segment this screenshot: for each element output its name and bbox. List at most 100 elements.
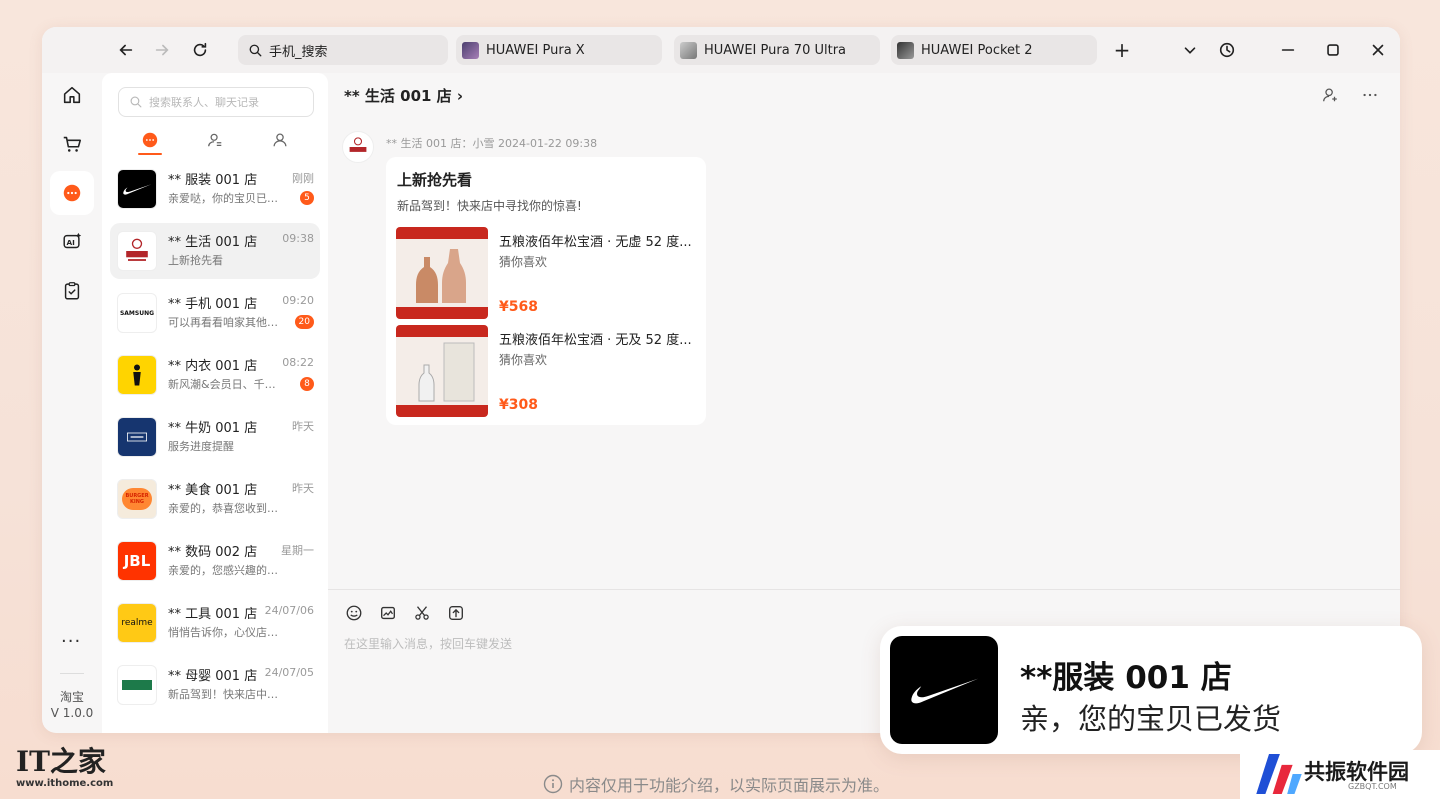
title-bar: 手机_搜索 HUAWEI Pura X HUAWEI Pura 70 Ultra… bbox=[42, 27, 1400, 73]
product-price: ¥308 bbox=[499, 397, 538, 413]
conversation-time: 昨天 bbox=[292, 420, 314, 433]
shop-avatar-realme: realme bbox=[117, 603, 157, 643]
app-version: V 1.0.0 bbox=[50, 706, 94, 720]
conversation-time: 刚刚 bbox=[292, 172, 314, 185]
ithome-logo: IT之家 bbox=[16, 745, 106, 778]
rail-messages[interactable] bbox=[50, 171, 94, 215]
tab-pura-70-ultra[interactable]: HUAWEI Pura 70 Ultra bbox=[674, 35, 880, 65]
back-button[interactable] bbox=[114, 38, 138, 62]
conversation-list: 搜索联系人、聊天记录 ** 服装 001 店 亲爱哒，你的宝贝已发货 刚刚 5 … bbox=[102, 73, 328, 733]
scissors-icon bbox=[415, 606, 429, 620]
contacts-icon bbox=[208, 133, 222, 147]
screenshot-button[interactable] bbox=[412, 603, 432, 623]
clipboard-check-icon bbox=[64, 282, 80, 300]
nike-swoosh-icon bbox=[911, 678, 979, 704]
new-tab-button[interactable]: + bbox=[1110, 38, 1134, 62]
close-button[interactable] bbox=[1366, 38, 1390, 62]
tab-list-button[interactable] bbox=[1178, 38, 1202, 62]
emoji-button[interactable] bbox=[344, 603, 364, 623]
cart-icon bbox=[63, 136, 82, 152]
rail-divider bbox=[60, 673, 84, 674]
subtab-indicator bbox=[138, 153, 162, 155]
conversation-item[interactable]: JBL ** 数码 002 店 亲爱的，您感兴趣的宝贝降价 星期一 bbox=[110, 533, 320, 589]
product-item[interactable]: 五粮液佰年松宝酒 · 无虚 52 度... 猜你喜欢 ¥568 bbox=[396, 227, 696, 319]
conversation-item[interactable]: ** 牛奶 001 店 服务进度提醒 昨天 bbox=[110, 409, 320, 465]
app-info: 淘宝 V 1.0.0 bbox=[42, 689, 102, 721]
shop-avatar-underwear bbox=[117, 355, 157, 395]
subtab-chats[interactable] bbox=[137, 129, 163, 151]
conversation-time: 09:20 bbox=[282, 294, 314, 307]
product-tag: 猜你喜欢 bbox=[499, 255, 548, 269]
arrow-right-icon bbox=[155, 44, 169, 56]
conversation-preview: 悄悄告诉你，心仪店铺上新啦 bbox=[168, 626, 286, 639]
gz-sub: GZBQT.COM bbox=[1348, 782, 1397, 791]
search-placeholder: 搜索联系人、聊天记录 bbox=[149, 96, 259, 109]
conversation-time: 星期一 bbox=[281, 544, 314, 557]
subtab-profile[interactable] bbox=[267, 129, 293, 151]
chevron-down-icon bbox=[1184, 47, 1196, 54]
tab-favicon bbox=[462, 41, 479, 59]
disclaimer-text: 内容仅用于功能介绍，以实际页面展示为准。 bbox=[569, 776, 890, 795]
conversation-item[interactable]: ** 生活 001 店 上新抢先看 09:38 bbox=[110, 223, 320, 279]
notification-toast[interactable]: **服装 001 店 亲，您的宝贝已发货 bbox=[880, 626, 1422, 754]
contact-search-input[interactable]: 搜索联系人、聊天记录 bbox=[118, 87, 314, 117]
message-input[interactable]: 在这里输入消息，按回车键发送 bbox=[344, 635, 512, 652]
address-bar[interactable]: 手机_搜索 bbox=[238, 35, 448, 65]
promo-card: 上新抢先看 新品驾到！快来店中寻找你的惊喜! 五粮液佰年松宝酒 · 无虚 52 … bbox=[386, 157, 706, 425]
chat-title[interactable]: ** 生活 001 店 › bbox=[344, 85, 463, 106]
product-name: 五粮液佰年松宝酒 · 无虚 52 度... bbox=[499, 235, 692, 250]
rail-orders[interactable] bbox=[50, 269, 94, 313]
add-contact-button[interactable] bbox=[1320, 85, 1340, 105]
shop-avatar-milk bbox=[117, 417, 157, 457]
subtab-contacts[interactable] bbox=[202, 129, 228, 151]
conversation-item[interactable]: SAMSUNG ** 手机 001 店 可以再看看咱家其他宝贝 09:20 20 bbox=[110, 285, 320, 341]
conversation-item[interactable]: ** 母婴 001 店 新品驾到！快来店中寻找你的惊喜 24/07/05 bbox=[110, 657, 320, 713]
history-button[interactable] bbox=[1215, 38, 1239, 62]
tab-favicon bbox=[897, 41, 914, 59]
product-item[interactable]: 五粮液佰年松宝酒 · 无及 52 度... 猜你喜欢 ¥308 bbox=[396, 325, 696, 417]
maximize-button[interactable] bbox=[1321, 38, 1345, 62]
conversation-item[interactable]: ** 服装 001 店 亲爱哒，你的宝贝已发货 刚刚 5 bbox=[110, 161, 320, 217]
toast-avatar-nike bbox=[890, 636, 998, 744]
tab-pura-x[interactable]: HUAWEI Pura X bbox=[456, 35, 662, 65]
shop-avatar-samsung: SAMSUNG bbox=[117, 293, 157, 333]
home-icon bbox=[63, 86, 81, 104]
rail-home[interactable] bbox=[50, 73, 94, 117]
info-icon bbox=[543, 774, 563, 794]
product-price: ¥568 bbox=[499, 299, 538, 315]
burger-king-logo: BURGER KING bbox=[122, 488, 152, 510]
conversation-name: ** 美食 001 店 bbox=[168, 483, 258, 498]
more-options-button[interactable] bbox=[1360, 85, 1380, 105]
rail-more-button[interactable]: ··· bbox=[61, 631, 81, 652]
rail-cart[interactable] bbox=[50, 122, 94, 166]
wuliangye-logo-icon bbox=[349, 137, 367, 152]
refresh-button[interactable] bbox=[188, 38, 212, 62]
shop-avatar-wuliangye bbox=[117, 231, 157, 271]
unread-badge: 5 bbox=[300, 191, 314, 205]
rail-ai[interactable]: AI bbox=[50, 220, 94, 264]
conversation-item[interactable]: BURGER KING ** 美食 001 店 亲爱的，恭喜您收到我店优惠 昨天 bbox=[110, 471, 320, 527]
minimize-button[interactable] bbox=[1276, 38, 1300, 62]
liquor-bottle-image bbox=[396, 227, 488, 319]
message-meta: ** 生活 001 店：小雪 2024-01-22 09:38 bbox=[386, 137, 598, 150]
conversation-time: 24/07/06 bbox=[264, 604, 314, 617]
conversation-item[interactable]: ** 内衣 001 店 新风潮&会员日、千万好礼 08:22 8 bbox=[110, 347, 320, 403]
search-icon bbox=[130, 96, 142, 108]
milk-logo-icon bbox=[127, 432, 147, 442]
nike-swoosh-icon bbox=[123, 184, 152, 195]
tab-label: HUAWEI Pura X bbox=[486, 42, 585, 58]
baby-shop-logo bbox=[122, 680, 152, 690]
sender-avatar[interactable] bbox=[342, 131, 374, 163]
conversation-item[interactable]: realme ** 工具 001 店 悄悄告诉你，心仪店铺上新啦 24/07/0… bbox=[110, 595, 320, 651]
conversation-preview: 亲爱哒，你的宝贝已发货 bbox=[168, 192, 286, 205]
conversation-preview: 可以再看看咱家其他宝贝 bbox=[168, 316, 286, 329]
conversation-preview: 新品驾到！快来店中寻找你的惊喜 bbox=[168, 688, 286, 701]
image-button[interactable] bbox=[378, 603, 398, 623]
conversation-time: 08:22 bbox=[282, 356, 314, 369]
forward-button[interactable] bbox=[150, 38, 174, 62]
tab-pocket-2[interactable]: HUAWEI Pocket 2 bbox=[891, 35, 1097, 65]
upload-button[interactable] bbox=[446, 603, 466, 623]
conversation-name: ** 手机 001 店 bbox=[168, 297, 258, 312]
gz-watermark: 共振软件园 GZBQT.COM bbox=[1240, 750, 1440, 799]
product-name: 五粮液佰年松宝酒 · 无及 52 度... bbox=[499, 333, 692, 348]
